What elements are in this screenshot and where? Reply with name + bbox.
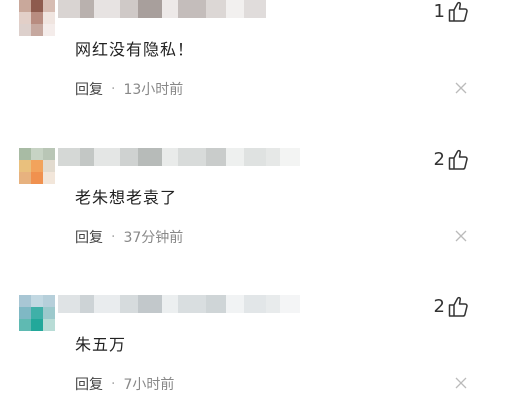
username-mosaic-cell	[138, 148, 162, 166]
username-mosaic-cell	[178, 295, 206, 313]
avatar-mosaic-cell	[31, 295, 43, 307]
username-mosaic-cell	[206, 0, 226, 18]
reply-button[interactable]: 回复	[75, 227, 103, 247]
username-mosaic-cell	[226, 148, 244, 166]
like-count: 2	[433, 296, 445, 317]
avatar-mosaic-cell	[43, 160, 55, 172]
avatar-mosaic-cell	[19, 172, 31, 184]
thumbs-up-icon[interactable]	[448, 1, 468, 23]
avatar-mosaic-cell	[43, 307, 55, 319]
comment-meta: 回复 · 7小时前	[75, 374, 174, 394]
reply-button[interactable]: 回复	[75, 374, 103, 394]
close-icon[interactable]	[454, 376, 468, 390]
separator-dot: ·	[111, 229, 116, 245]
username-blurred[interactable]	[58, 148, 300, 166]
like-count: 2	[433, 149, 445, 170]
avatar-mosaic-cell	[19, 148, 31, 160]
avatar-mosaic-cell	[43, 148, 55, 160]
avatar-mosaic-cell	[19, 0, 31, 12]
username-mosaic-cell	[80, 295, 94, 313]
avatar[interactable]	[19, 148, 55, 184]
separator-dot: ·	[111, 81, 116, 97]
username-mosaic-cell	[162, 295, 178, 313]
username-mosaic-cell	[244, 0, 266, 18]
avatar-mosaic-cell	[31, 160, 43, 172]
avatar-mosaic-cell	[31, 24, 43, 36]
username-mosaic-cell	[244, 295, 266, 313]
avatar-mosaic-cell	[43, 0, 55, 12]
avatar[interactable]	[19, 295, 55, 331]
timestamp: 13小时前	[123, 82, 184, 98]
reply-button[interactable]: 回复	[75, 79, 103, 99]
username-mosaic-cell	[162, 148, 178, 166]
timestamp: 37分钟前	[123, 230, 184, 246]
username-mosaic-cell	[162, 0, 178, 18]
avatar-mosaic-cell	[19, 319, 31, 331]
avatar-mosaic-cell	[43, 172, 55, 184]
username-mosaic-cell	[266, 295, 280, 313]
timestamp: 7小时前	[123, 377, 175, 393]
avatar-mosaic-cell	[31, 172, 43, 184]
close-icon[interactable]	[454, 81, 468, 95]
username-mosaic-cell	[138, 0, 162, 18]
separator-dot: ·	[111, 376, 116, 392]
avatar-mosaic-cell	[19, 12, 31, 24]
username-mosaic-cell	[120, 295, 138, 313]
username-mosaic-cell	[206, 295, 226, 313]
username-mosaic-cell	[80, 0, 94, 18]
username-mosaic-cell	[94, 0, 120, 18]
comment-item: 2 朱五万 回复 · 7小时前	[0, 289, 506, 418]
avatar-mosaic-cell	[19, 160, 31, 172]
username-mosaic-cell	[94, 295, 120, 313]
thumbs-up-icon[interactable]	[448, 149, 468, 171]
username-mosaic-cell	[280, 148, 300, 166]
comment-item: 2 老朱想老袁了 回复 · 37分钟前	[0, 142, 506, 282]
username-mosaic-cell	[58, 0, 80, 18]
username-mosaic-cell	[266, 148, 280, 166]
avatar-mosaic-cell	[43, 12, 55, 24]
username-mosaic-cell	[178, 148, 206, 166]
avatar-mosaic-cell	[43, 24, 55, 36]
username-mosaic-cell	[120, 148, 138, 166]
avatar-mosaic-cell	[31, 148, 43, 160]
comment-text: 老朱想老袁了	[75, 188, 178, 207]
username-mosaic-cell	[226, 0, 244, 18]
username-mosaic-cell	[58, 148, 80, 166]
comment-text: 网红没有隐私！	[75, 40, 195, 59]
avatar-mosaic-cell	[19, 295, 31, 307]
thumbs-up-icon[interactable]	[448, 296, 468, 318]
avatar-mosaic-cell	[31, 0, 43, 12]
like-control[interactable]: 2	[434, 148, 468, 172]
avatar-mosaic-cell	[43, 295, 55, 307]
close-icon[interactable]	[454, 229, 468, 243]
avatar-mosaic-cell	[31, 12, 43, 24]
avatar-mosaic-cell	[31, 307, 43, 319]
username-mosaic-cell	[178, 0, 206, 18]
username-mosaic-cell	[244, 148, 266, 166]
avatar-mosaic-cell	[43, 319, 55, 331]
username-mosaic-cell	[80, 148, 94, 166]
username-mosaic-cell	[206, 148, 226, 166]
comment-meta: 回复 · 13小时前	[75, 79, 183, 99]
avatar-mosaic-cell	[19, 307, 31, 319]
username-blurred[interactable]	[58, 0, 266, 18]
username-mosaic-cell	[280, 295, 300, 313]
avatar-mosaic-cell	[31, 319, 43, 331]
like-control[interactable]: 2	[434, 295, 468, 319]
like-count: 1	[433, 1, 445, 22]
comment-meta: 回复 · 37分钟前	[75, 227, 183, 247]
username-mosaic-cell	[120, 0, 138, 18]
username-mosaic-cell	[94, 148, 120, 166]
like-control[interactable]: 1	[434, 0, 468, 24]
comment-list: 1 网红没有隐私！ 回复 · 13小时前 2 老朱想老袁了 回复 · 37分钟前	[0, 0, 506, 418]
username-mosaic-cell	[138, 295, 162, 313]
username-mosaic-cell	[58, 295, 80, 313]
avatar-mosaic-cell	[19, 24, 31, 36]
avatar[interactable]	[19, 0, 55, 36]
comment-text: 朱五万	[75, 335, 127, 354]
username-mosaic-cell	[226, 295, 244, 313]
comment-item: 1 网红没有隐私！ 回复 · 13小时前	[0, 0, 506, 134]
username-blurred[interactable]	[58, 295, 300, 313]
